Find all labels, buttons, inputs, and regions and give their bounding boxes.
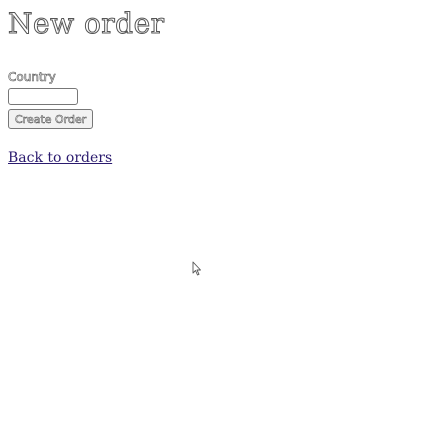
back-to-orders-link[interactable]: Back to orders	[8, 150, 112, 166]
page-title: New order	[8, 7, 165, 40]
country-input[interactable]	[8, 88, 78, 105]
mouse-pointer-icon	[192, 261, 201, 276]
create-order-button[interactable]: Create Order	[8, 109, 94, 129]
country-label: Country	[8, 70, 56, 85]
